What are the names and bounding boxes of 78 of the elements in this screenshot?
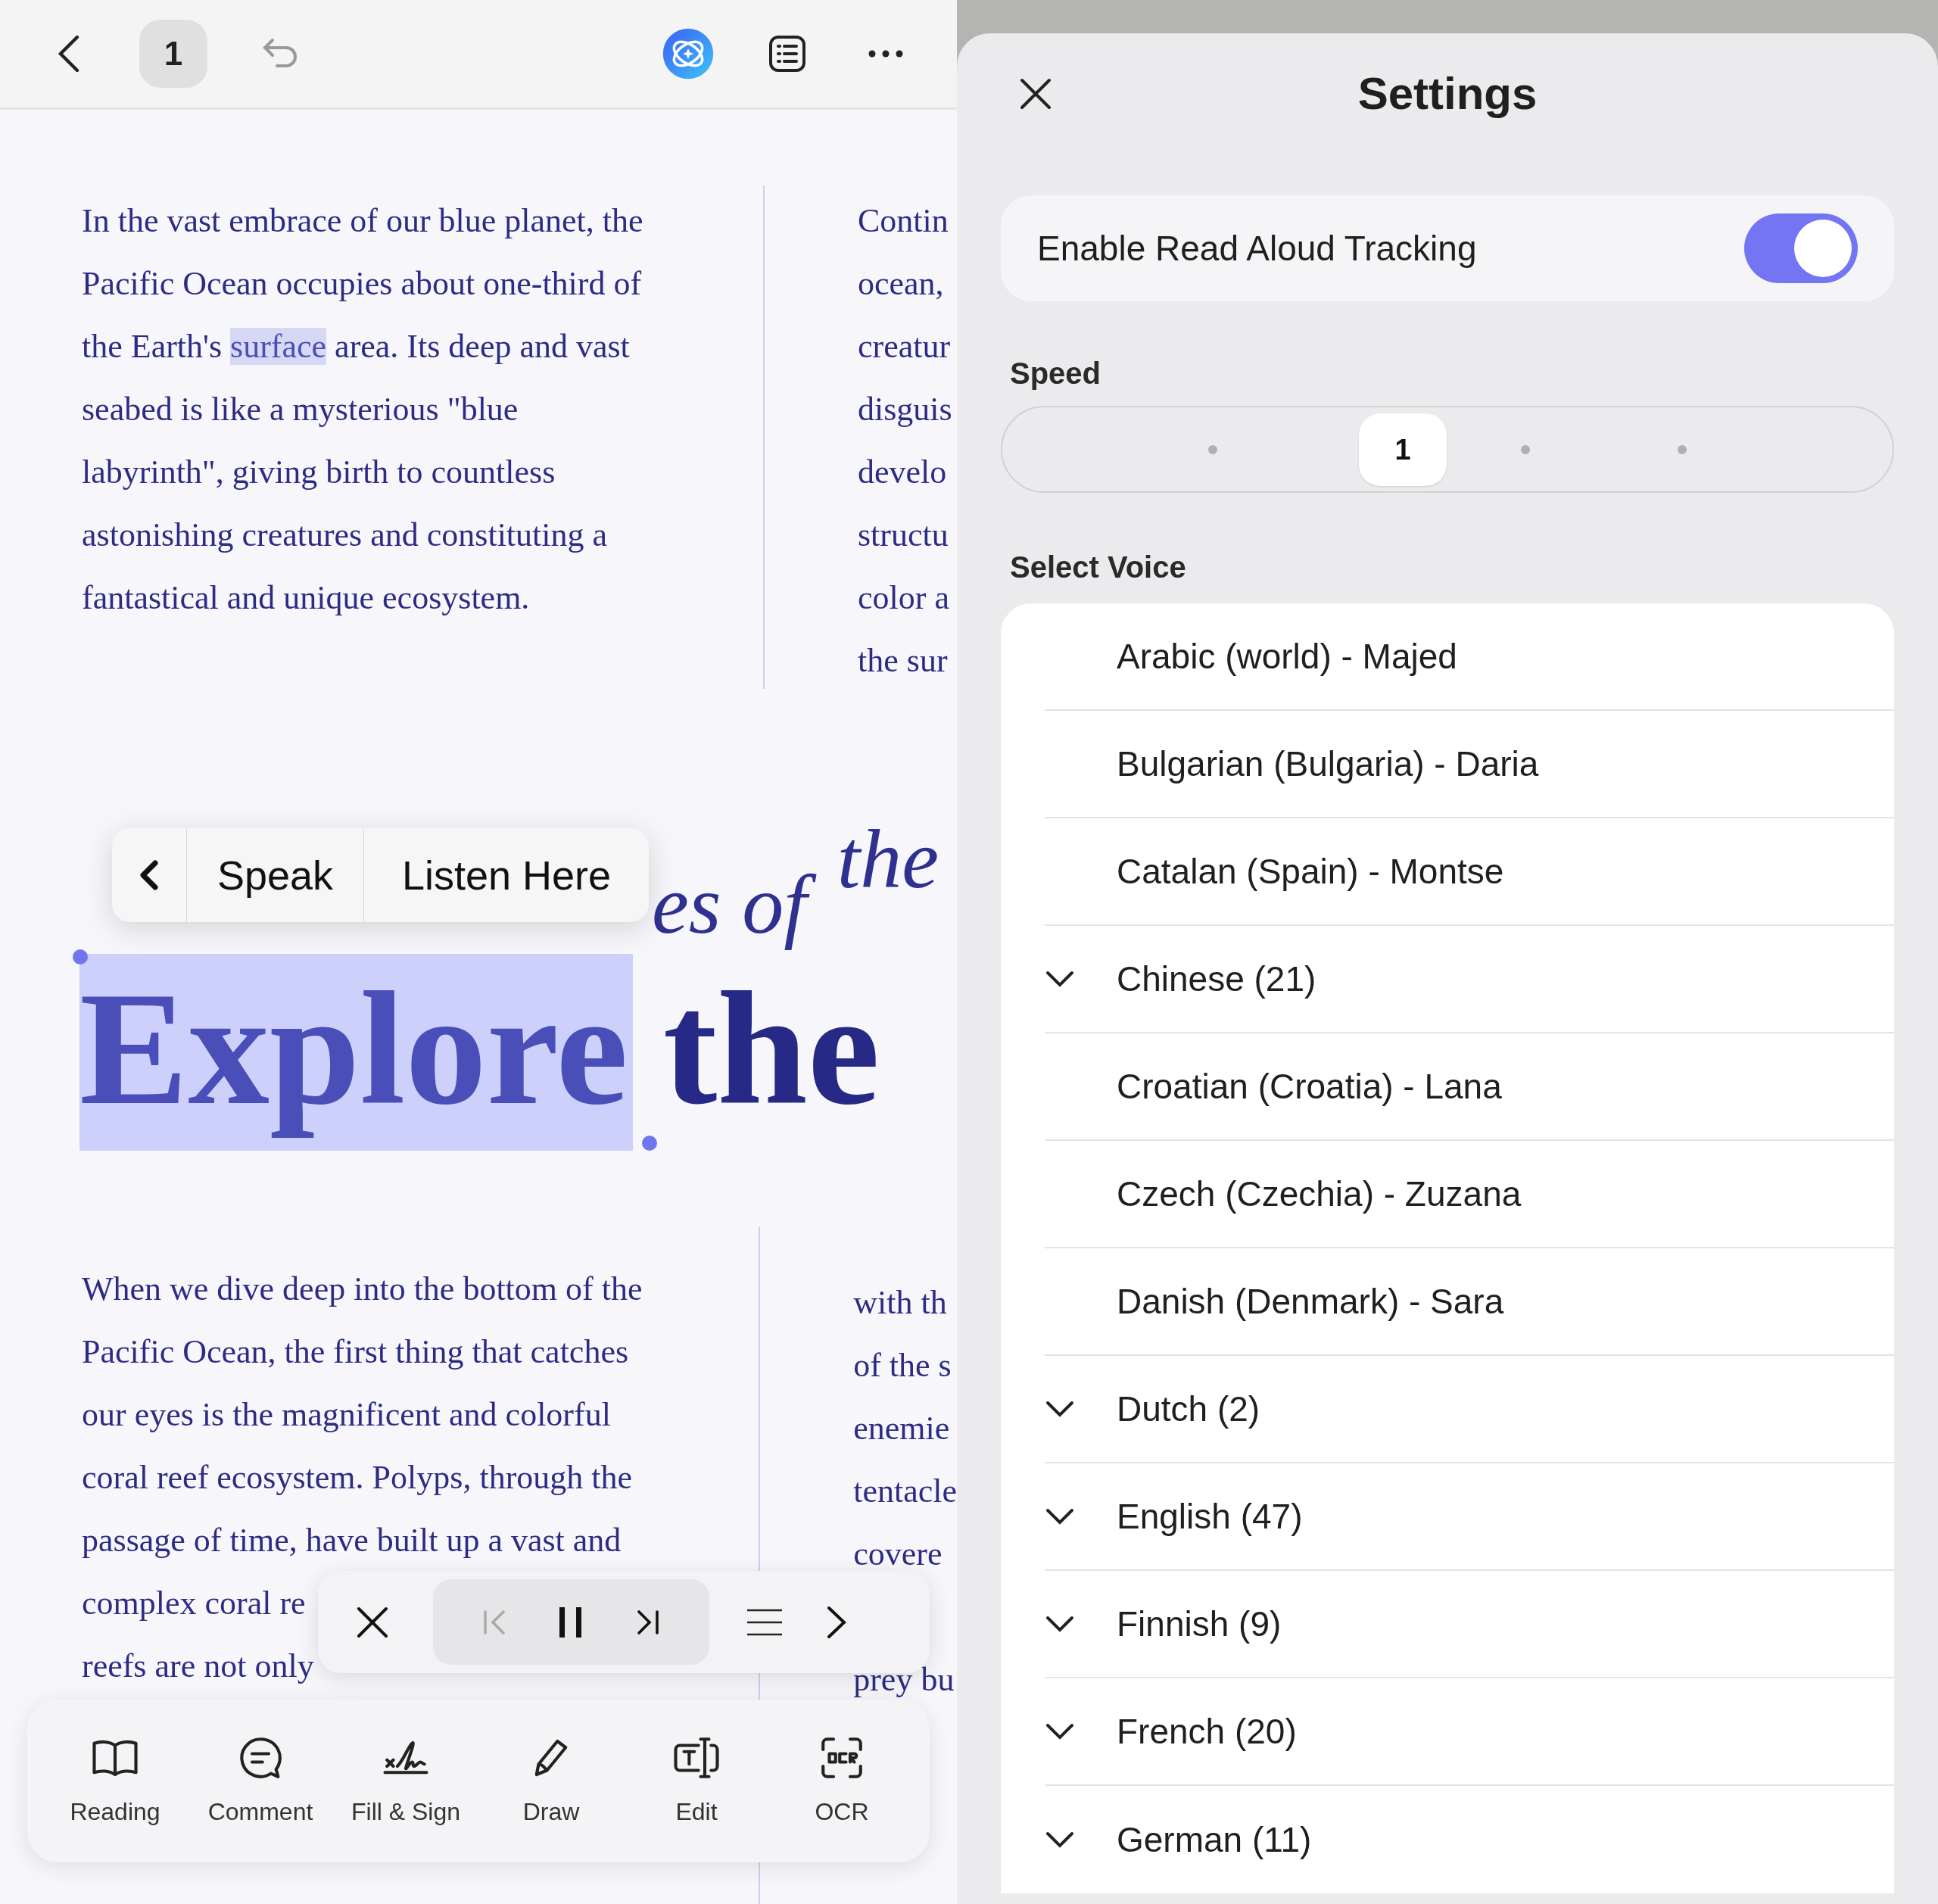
voice-group[interactable]: Dutch (2) [1117, 1382, 1260, 1435]
paragraph-line: with th [853, 1283, 947, 1323]
voice-group[interactable]: Chinese (21) [1117, 952, 1316, 1005]
speed-slider[interactable]: 1 [1001, 406, 1894, 493]
paragraph-line: prey bu [853, 1660, 955, 1700]
paragraph-line: structu [858, 516, 949, 555]
paragraph-line: the sur [858, 641, 948, 681]
tool-label[interactable]: Fill & Sign [351, 1793, 460, 1830]
close-icon[interactable] [1019, 77, 1052, 111]
page-number-button[interactable]: 1 [139, 20, 207, 88]
paragraph-line: ocean, [858, 264, 944, 304]
menu-icon[interactable] [747, 1608, 782, 1636]
voice-group[interactable]: Finnish (9) [1117, 1597, 1282, 1650]
more-icon[interactable] [868, 49, 904, 58]
paragraph-line: labyrinth", giving birth to countless [82, 453, 556, 492]
voice-option[interactable]: Czech (Czechia) - Zuzana [1117, 1167, 1522, 1220]
paragraph-line: creatur [858, 327, 951, 366]
tool-label[interactable]: OCR [815, 1793, 869, 1830]
ai-assistant-icon[interactable] [662, 27, 715, 80]
voice-option[interactable]: Danish (Denmark) - Sara [1117, 1275, 1504, 1328]
subtitle-fragment: the [837, 812, 940, 907]
close-icon[interactable] [356, 1605, 389, 1639]
slider-stop-icon [1678, 444, 1687, 454]
voice-group[interactable]: French (20) [1117, 1705, 1297, 1758]
paragraph-line: seabed is like a mysterious "blue [82, 390, 519, 429]
settings-title: Settings [1357, 67, 1538, 120]
slider-stop-icon [1207, 444, 1217, 454]
section-label: Select Voice [1010, 550, 1186, 584]
menu-item[interactable]: Speak [187, 828, 365, 922]
voice-option[interactable]: Arabic (world) - Majed [1117, 630, 1457, 683]
tool-label[interactable]: Comment [207, 1793, 313, 1830]
paragraph-line: tentacle [853, 1472, 957, 1511]
paragraph-line: of the s [853, 1346, 952, 1385]
section-label: Speed [1010, 356, 1101, 391]
voice-group[interactable]: German (11) [1117, 1813, 1312, 1866]
voice-option[interactable]: Croatian (Croatia) - Lana [1117, 1060, 1502, 1113]
paragraph-line: coral reef ecosystem. Polyps, through the [82, 1458, 633, 1497]
tool-label[interactable]: Reading [70, 1793, 160, 1830]
paragraph-line: enemie [853, 1409, 950, 1448]
menu-item[interactable]: Listen Here [364, 828, 649, 922]
subtitle-fragment: es of [647, 855, 825, 954]
slider-stop-icon [1521, 444, 1531, 454]
title-word: the [662, 957, 881, 1140]
chevron-down-icon[interactable] [1045, 970, 1075, 988]
chevron-down-icon[interactable] [1045, 1722, 1075, 1740]
tool-label[interactable]: Draw [522, 1793, 580, 1830]
selection-handle[interactable] [73, 949, 88, 964]
list-icon[interactable] [768, 34, 807, 73]
paragraph-line: When we dive deep into the bottom of the [82, 1270, 643, 1309]
voice-option[interactable]: Catalan (Spain) - Montse [1117, 845, 1504, 898]
paragraph-line: In the vast embrace of our blue planet, the [82, 201, 643, 241]
setting-label: Enable Read Aloud Tracking [1037, 227, 1478, 270]
paragraph-line: disguis [858, 390, 952, 429]
paragraph-line: our eyes is the magnificent and colorful [82, 1395, 611, 1435]
paragraph-line: Pacific Ocean, the first thing that catches [82, 1332, 629, 1372]
paragraph-line: the Earth's surface area. Its deep and vast [82, 327, 630, 366]
paragraph-line: covere [853, 1535, 943, 1574]
paragraph-line: passage of time, have built up a vast and [82, 1521, 622, 1560]
paragraph-line: color a [858, 578, 949, 618]
paragraph-line: astonishing creatures and constituting a [82, 516, 608, 555]
chevron-down-icon[interactable] [1045, 1615, 1075, 1633]
chevron-left-icon[interactable] [139, 859, 160, 892]
voice-option[interactable]: Bulgarian (Bulgaria) - Daria [1117, 737, 1539, 790]
slider-thumb[interactable]: 1 [1359, 413, 1447, 486]
paragraph-line: reefs are not only [82, 1647, 314, 1686]
paragraph-line: Pacific Ocean occupies about one-third of [82, 264, 642, 304]
selection-handle[interactable] [642, 1136, 657, 1151]
paragraph-line: fantastical and unique ecosystem. [82, 578, 530, 618]
voice-group[interactable]: English (47) [1117, 1490, 1303, 1543]
chevron-down-icon[interactable] [1045, 1831, 1075, 1849]
chevron-right-icon[interactable] [826, 1604, 847, 1640]
paragraph-line: develo [858, 453, 947, 492]
paragraph-line: Contin [858, 201, 949, 241]
tool-label[interactable]: Edit [675, 1793, 718, 1830]
paragraph-line: complex coral re [82, 1584, 306, 1623]
chevron-down-icon[interactable] [1045, 1507, 1075, 1525]
title-word: Explore [79, 954, 633, 1151]
chevron-down-icon[interactable] [1045, 1400, 1075, 1418]
